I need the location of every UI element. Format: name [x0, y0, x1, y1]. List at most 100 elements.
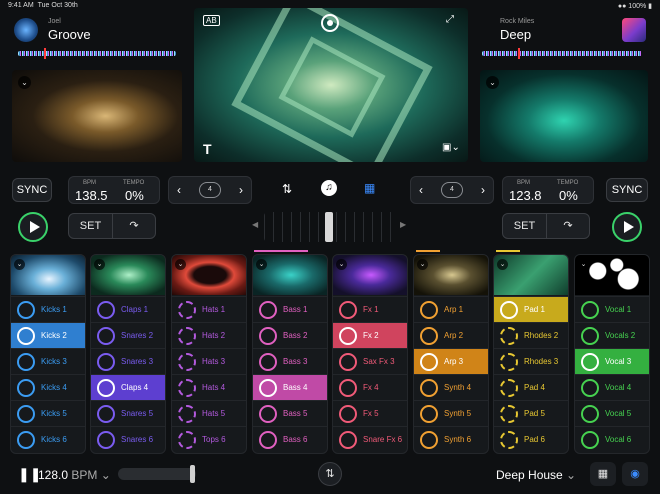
cue-jump-icon[interactable]: ↷	[113, 214, 155, 238]
pad-button[interactable]: Bass 1	[253, 296, 327, 322]
pad-button[interactable]: Synth 6	[414, 426, 488, 452]
master-bpm[interactable]: 128.0 BPM ⌄	[38, 468, 111, 482]
record-icon[interactable]: ◉	[622, 462, 648, 486]
deck-b-bpm-box[interactable]: BPM 123.8 TEMPO 0%	[502, 176, 594, 204]
pad-button[interactable]: Fx 4	[333, 374, 407, 400]
pad-button[interactable]: Fx 1	[333, 296, 407, 322]
pad-button[interactable]: Arp 1	[414, 296, 488, 322]
pad-button[interactable]: Bass 5	[253, 400, 327, 426]
image-picker-icon[interactable]: ▣⌄	[442, 142, 460, 153]
deck-a-play-button[interactable]	[18, 212, 48, 242]
deck-b-set-button[interactable]: SET	[503, 214, 547, 238]
music-note-icon[interactable]: ♫	[321, 180, 337, 196]
chevron-down-icon[interactable]: ⌄	[18, 76, 31, 89]
pad-button[interactable]: Arp 2	[414, 322, 488, 348]
mixer-icon[interactable]: ⇅	[318, 462, 342, 486]
pad-button[interactable]: Snares 5	[91, 400, 165, 426]
pad-button[interactable]: Claps 1	[91, 296, 165, 322]
pad-grid-icon[interactable]: ▦	[590, 462, 616, 486]
pad-button[interactable]: Pad 5	[494, 400, 568, 426]
pad-button[interactable]: Kicks 6	[11, 426, 85, 452]
pad-button[interactable]: Synth 4	[414, 374, 488, 400]
pad-button[interactable]: Vocal 4	[575, 374, 649, 400]
pad-button[interactable]: Vocal 1	[575, 296, 649, 322]
pad-button[interactable]: Bass 2	[253, 322, 327, 348]
pad-button[interactable]: Vocal 3	[575, 348, 649, 374]
pad-button[interactable]: Claps 4	[91, 374, 165, 400]
pad-button[interactable]: Kicks 4	[11, 374, 85, 400]
pad-button[interactable]: Kicks 5	[11, 400, 85, 426]
pad-button[interactable]: Kicks 2	[11, 322, 85, 348]
column-thumbnail[interactable]: ⌄	[253, 255, 327, 295]
pad-button[interactable]: Snare Fx 6	[333, 426, 407, 452]
deck-b-waveform[interactable]	[482, 48, 642, 59]
pad-button[interactable]: Snares 3	[91, 348, 165, 374]
pad-button[interactable]: Fx 2	[333, 322, 407, 348]
grid-icon[interactable]: ▦	[364, 181, 375, 195]
chevron-down-icon[interactable]: ⌄	[497, 259, 508, 270]
pad-button[interactable]: Hats 1	[172, 296, 246, 322]
expand-icon[interactable]: ⤢	[446, 14, 454, 25]
master-volume-handle[interactable]	[190, 465, 195, 483]
ab-icon[interactable]: AB	[203, 15, 220, 26]
chevron-down-icon[interactable]: ⌄	[578, 259, 589, 270]
chevron-left-icon[interactable]: ‹	[419, 183, 423, 197]
pad-button[interactable]: Arp 3	[414, 348, 488, 374]
crossfader-handle[interactable]	[325, 212, 333, 242]
pad-button[interactable]: Snares 6	[91, 426, 165, 452]
deck-b-artwork[interactable]	[622, 18, 646, 42]
main-visual[interactable]: AB ⤢ T ▣⌄	[194, 8, 468, 162]
chevron-down-icon[interactable]: ⌄	[14, 259, 25, 270]
chevron-down-icon[interactable]: ⌄	[175, 259, 186, 270]
pad-button[interactable]: Bass 3	[253, 348, 327, 374]
cue-jump-icon[interactable]: ↷	[547, 214, 589, 238]
pad-button[interactable]: Hats 4	[172, 374, 246, 400]
pad-button[interactable]: Snares 2	[91, 322, 165, 348]
deck-b-play-button[interactable]	[612, 212, 642, 242]
column-thumbnail[interactable]: ⌄	[172, 255, 246, 295]
chevron-down-icon[interactable]: ⌄	[417, 259, 428, 270]
pad-button[interactable]: Synth 5	[414, 400, 488, 426]
pad-button[interactable]: Hats 5	[172, 400, 246, 426]
chevron-down-icon[interactable]: ⌄	[486, 76, 499, 89]
column-thumbnail[interactable]: ⌄	[494, 255, 568, 295]
deck-a-artwork[interactable]	[14, 18, 38, 42]
pad-button[interactable]: Pad 1	[494, 296, 568, 322]
column-thumbnail[interactable]: ⌄	[575, 255, 649, 295]
column-thumbnail[interactable]: ⌄	[11, 255, 85, 295]
pad-button[interactable]: Rhodes 3	[494, 348, 568, 374]
column-thumbnail[interactable]: ⌄	[91, 255, 165, 295]
pad-button[interactable]: Pad 6	[494, 426, 568, 452]
column-thumbnail[interactable]: ⌄	[414, 255, 488, 295]
chevron-right-icon[interactable]: ›	[481, 183, 485, 197]
pad-button[interactable]: Hats 2	[172, 322, 246, 348]
pad-button[interactable]: Vocals 2	[575, 322, 649, 348]
deck-a-waveform[interactable]	[18, 48, 176, 59]
text-toggle-icon[interactable]: T	[203, 141, 212, 157]
column-thumbnail[interactable]: ⌄	[333, 255, 407, 295]
pad-button[interactable]: Pad 4	[494, 374, 568, 400]
pad-button[interactable]: Bass 6	[253, 426, 327, 452]
deck-a-set-button[interactable]: SET	[69, 214, 113, 238]
crossfader[interactable]	[264, 212, 398, 242]
mixer-icon[interactable]: ⇅	[282, 182, 292, 196]
pad-button[interactable]: Fx 5	[333, 400, 407, 426]
deck-a-loop-button[interactable]: 4	[199, 182, 221, 198]
deck-a-visual[interactable]: ⌄	[12, 70, 182, 162]
chevron-left-icon[interactable]: ‹	[177, 183, 181, 197]
chevron-down-icon[interactable]: ⌄	[336, 259, 347, 270]
chevron-right-icon[interactable]: ›	[239, 183, 243, 197]
pad-button[interactable]: Kicks 3	[11, 348, 85, 374]
pad-button[interactable]: Vocal 6	[575, 426, 649, 452]
deck-a-bpm-box[interactable]: BPM 138.5 TEMPO 0%	[68, 176, 160, 204]
genre-selector[interactable]: Deep House ⌄	[496, 468, 576, 482]
deck-b-loop-button[interactable]: 4	[441, 182, 463, 198]
deck-b-sync-button[interactable]: SYNC	[606, 178, 648, 202]
record-icon[interactable]	[321, 14, 339, 32]
pad-button[interactable]: Vocal 5	[575, 400, 649, 426]
pad-button[interactable]: Tops 6	[172, 426, 246, 452]
pad-button[interactable]: Sax Fx 3	[333, 348, 407, 374]
pad-button[interactable]: Kicks 1	[11, 296, 85, 322]
pad-button[interactable]: Rhodes 2	[494, 322, 568, 348]
deck-a-sync-button[interactable]: SYNC	[12, 178, 52, 202]
